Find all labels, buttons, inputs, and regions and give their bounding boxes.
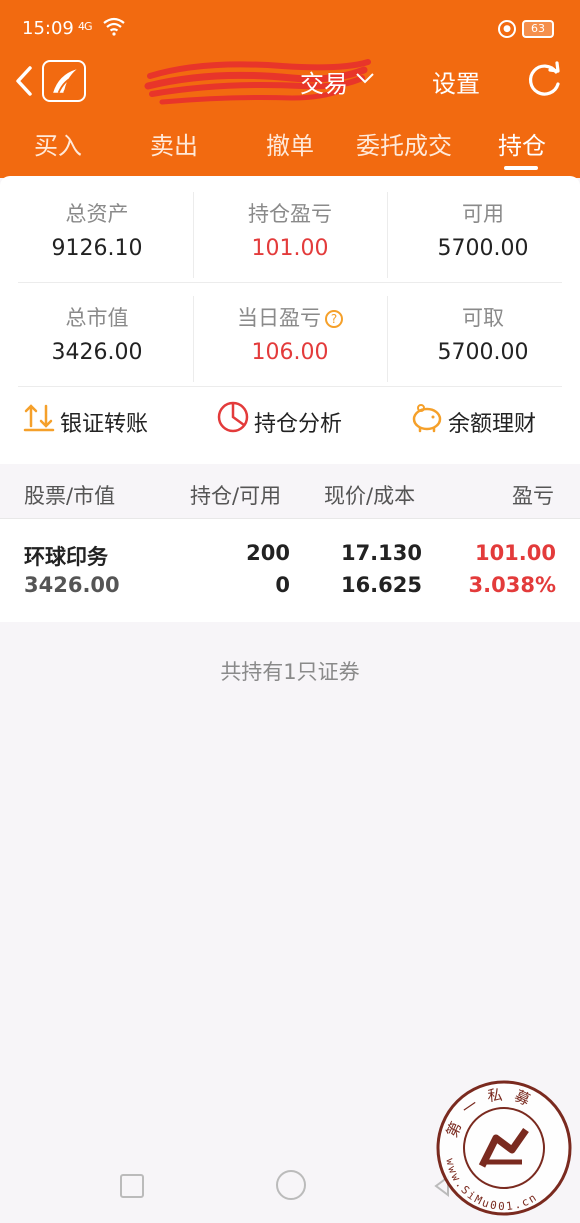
refresh-icon[interactable] [524, 60, 564, 100]
divider [193, 192, 194, 278]
total-assets-stat: 总资产 9126.10 [0, 198, 194, 261]
daily-pnl-stat: 当日盈亏? 106.00 [193, 302, 387, 365]
column-header-pnl: 盈亏 [512, 484, 554, 508]
app-header: 15:09 4G ● 63 交易 设置 买入 卖出 撤单 委托成交 持仓 [0, 0, 580, 178]
status-bar: 15:09 4G ● 63 [0, 0, 580, 56]
divider [387, 296, 388, 382]
withdrawable-label: 可取 [462, 306, 504, 330]
pnl-percent: 3.038% [468, 573, 556, 597]
home-button[interactable] [276, 1170, 306, 1200]
piggy-bank-icon [412, 404, 442, 433]
holdings-table-header: 股票/市值 持仓/可用 现价/成本 盈亏 [0, 472, 580, 518]
total-assets-value: 9126.10 [51, 236, 143, 261]
settings-button[interactable]: 设置 [432, 64, 480, 99]
stock-name: 环球印务 [24, 545, 108, 569]
divider [387, 192, 388, 278]
total-assets-label: 总资产 [65, 202, 129, 226]
wifi-icon [103, 17, 125, 36]
divider [18, 386, 562, 387]
column-header-price: 现价/成本 [324, 484, 416, 508]
daily-pnl-value: 106.00 [251, 340, 329, 365]
position-qty: 200 [246, 541, 290, 565]
rotation-lock-icon: ● [498, 20, 516, 38]
watermark-stamp: 第一私募 www.SiMu001.cn [436, 1080, 572, 1216]
active-tab-indicator [504, 166, 538, 170]
divider [18, 282, 562, 283]
stock-market-value: 3426.00 [24, 573, 120, 597]
trade-tabs: 买入 卖出 撤单 委托成交 持仓 [0, 122, 580, 172]
bank-transfer-label: 银证转账 [60, 412, 149, 437]
transfer-icon [23, 404, 55, 432]
recent-apps-button[interactable] [120, 1174, 144, 1198]
position-pnl-stat: 持仓盈亏 101.00 [193, 198, 387, 261]
position-pnl-value: 101.00 [251, 236, 329, 261]
back-button[interactable] [12, 64, 38, 98]
pnl-amount: 101.00 [474, 541, 556, 565]
position-pnl-label: 持仓盈亏 [248, 202, 332, 226]
tab-orders-fills[interactable]: 委托成交 [356, 126, 452, 161]
account-selector-label[interactable]: 交易 [300, 64, 348, 99]
available-qty: 0 [275, 573, 290, 597]
available-value: 5700.00 [437, 236, 529, 261]
available-stat: 可用 5700.00 [386, 198, 580, 261]
tab-cancel-order[interactable]: 撤单 [266, 126, 314, 161]
current-price: 17.130 [340, 541, 422, 565]
table-row[interactable]: 环球印务 3426.00 200 0 17.130 16.625 101.00 … [0, 518, 580, 622]
daily-pnl-label-wrap: 当日盈亏? [193, 302, 387, 330]
tab-positions[interactable]: 持仓 [498, 126, 546, 161]
market-value-label: 总市值 [65, 306, 129, 330]
position-analysis-label: 持仓分析 [254, 412, 343, 437]
market-value-stat: 总市值 3426.00 [0, 302, 194, 365]
tab-sell[interactable]: 卖出 [150, 126, 198, 161]
column-header-stock: 股票/市值 [24, 484, 116, 508]
help-icon[interactable]: ? [325, 310, 343, 328]
withdrawable-value: 5700.00 [437, 340, 529, 365]
cost-price: 16.625 [340, 573, 422, 597]
market-value-value: 3426.00 [51, 340, 143, 365]
available-label: 可用 [462, 202, 504, 226]
daily-pnl-label: 当日盈亏 [237, 306, 321, 330]
pie-chart-icon [217, 401, 249, 433]
signal-icon: 4G [78, 20, 92, 33]
status-time: 15:09 [22, 18, 74, 39]
battery-icon: 63 [522, 20, 554, 38]
withdrawable-stat: 可取 5700.00 [386, 302, 580, 365]
column-header-position: 持仓/可用 [190, 484, 282, 508]
app-logo-icon [42, 60, 86, 102]
nav-bar: 交易 设置 [0, 56, 580, 114]
holdings-count-text: 共持有1只证券 [220, 660, 360, 684]
tab-buy[interactable]: 买入 [34, 126, 82, 161]
chevron-down-icon[interactable] [354, 70, 376, 86]
divider [193, 296, 194, 382]
balance-wealth-label: 余额理财 [448, 412, 537, 437]
